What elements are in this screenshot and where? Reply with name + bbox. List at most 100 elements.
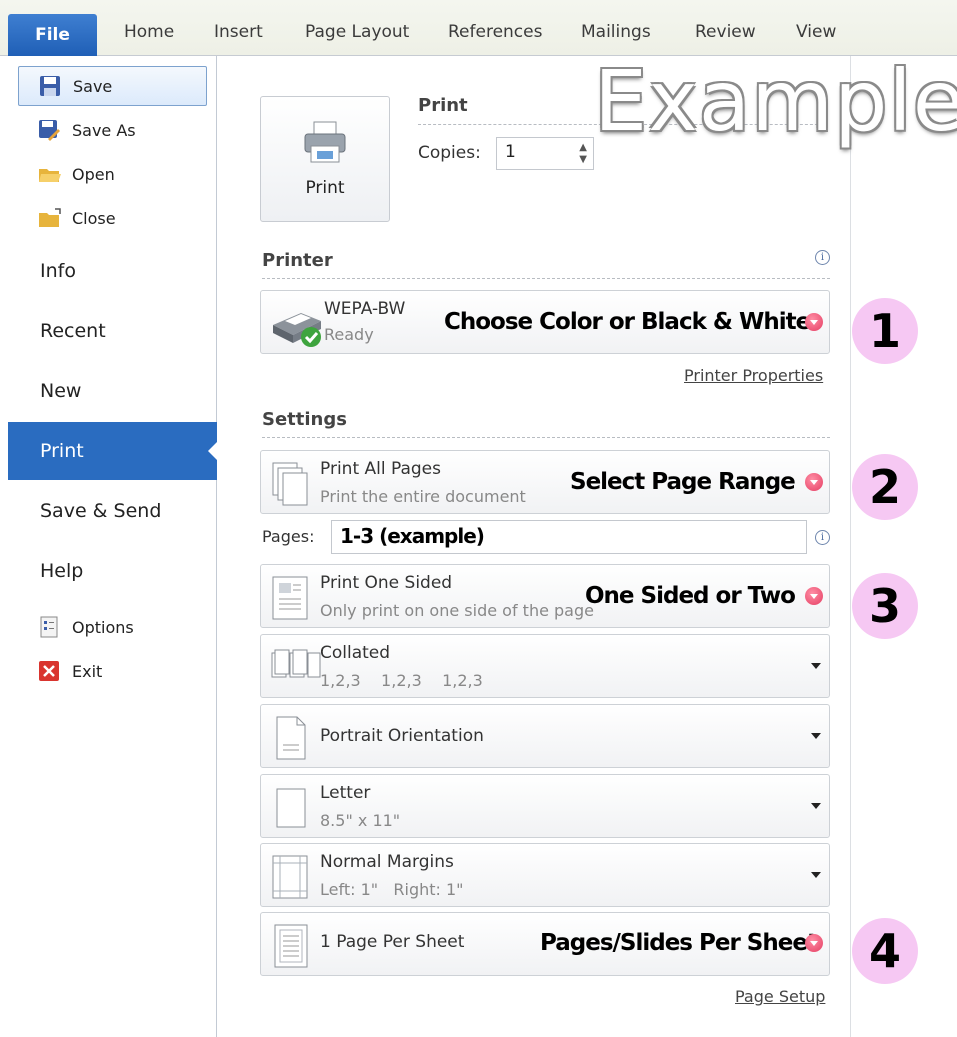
chevron-down-icon[interactable] xyxy=(811,872,821,878)
pages-per-sheet-dropdown[interactable]: 1 Page Per Sheet Pages/Slides Per Sheet xyxy=(260,912,830,976)
open-folder-icon xyxy=(38,163,62,185)
margins-title: Normal Margins xyxy=(320,852,454,872)
printer-name: WEPA-BW xyxy=(324,299,406,319)
paper-size-title: Letter xyxy=(320,783,371,803)
tab-insert[interactable]: Insert xyxy=(214,22,263,42)
tab-home[interactable]: Home xyxy=(124,22,174,42)
printer-icon xyxy=(304,121,346,163)
backstage-nav: Save Save As Open Close Info Recent New … xyxy=(8,56,218,1037)
nav-new-label: New xyxy=(40,380,82,402)
nav-print[interactable]: Print xyxy=(8,422,218,480)
copies-label: Copies: xyxy=(418,143,481,163)
info-icon[interactable]: i xyxy=(815,530,830,545)
pages-stack-icon xyxy=(271,461,311,506)
nav-save-as[interactable]: Save As xyxy=(18,110,207,150)
nav-save-as-label: Save As xyxy=(72,120,136,140)
pages-label: Pages: xyxy=(262,527,315,546)
nav-recent-label: Recent xyxy=(40,320,106,342)
callout-badge-1: 1 xyxy=(852,298,918,364)
nav-new[interactable]: New xyxy=(8,362,217,420)
copies-value: 1 xyxy=(505,142,516,162)
chevron-down-icon[interactable] xyxy=(811,803,821,809)
pages-per-sheet-title: 1 Page Per Sheet xyxy=(320,932,465,952)
margins-dropdown[interactable]: Normal Margins Left: 1" Right: 1" xyxy=(260,843,830,907)
callout-badge-2: 2 xyxy=(852,454,918,520)
portrait-page-icon xyxy=(271,715,311,760)
save-icon xyxy=(39,75,63,97)
nav-options[interactable]: Options xyxy=(18,607,207,647)
callout-4-text: Pages/Slides Per Sheet xyxy=(540,930,818,956)
dropdown-arrow-icon[interactable] xyxy=(805,934,823,952)
tab-file[interactable]: File xyxy=(8,14,97,56)
nav-close-label: Close xyxy=(72,208,116,228)
callout-2-text: Select Page Range xyxy=(570,469,796,495)
nav-save-label: Save xyxy=(73,76,113,96)
paper-size-subtitle: 8.5" x 11" xyxy=(320,811,401,830)
nav-close[interactable]: Close xyxy=(18,198,207,238)
tab-view[interactable]: View xyxy=(796,22,836,42)
spinner-arrows-icon[interactable]: ▲ ▼ xyxy=(579,142,587,166)
collation-dropdown[interactable]: Collated 1,2,3 1,2,3 1,2,3 xyxy=(260,634,830,698)
callout-badge-3: 3 xyxy=(852,573,918,639)
chevron-down-icon[interactable] xyxy=(811,663,821,669)
sides-dropdown[interactable]: Print One Sided Only print on one side o… xyxy=(260,564,830,628)
save-as-icon xyxy=(38,119,62,141)
exit-icon xyxy=(38,660,62,682)
sides-title: Print One Sided xyxy=(320,573,453,593)
info-icon[interactable]: i xyxy=(815,250,830,265)
nav-save-send-label: Save & Send xyxy=(40,500,162,522)
nav-help[interactable]: Help xyxy=(8,542,217,600)
collated-pages-icon xyxy=(271,645,321,689)
print-button[interactable]: Print xyxy=(260,96,390,222)
tab-page-layout[interactable]: Page Layout xyxy=(305,22,409,42)
printer-properties-link[interactable]: Printer Properties xyxy=(684,366,823,385)
dropdown-arrow-icon[interactable] xyxy=(805,473,823,491)
nav-save[interactable]: Save xyxy=(18,66,207,106)
printer-ready-icon xyxy=(271,301,321,347)
nav-print-label: Print xyxy=(40,440,84,462)
tab-review[interactable]: Review xyxy=(695,22,756,42)
sides-subtitle: Only print on one side of the page xyxy=(320,601,594,620)
dropdown-arrow-icon[interactable] xyxy=(805,313,823,331)
nav-help-label: Help xyxy=(40,560,84,582)
printer-dropdown[interactable]: WEPA-BW Ready Choose Color or Black & Wh… xyxy=(260,290,830,354)
nav-recent[interactable]: Recent xyxy=(8,302,217,360)
callout-badge-4: 4 xyxy=(852,918,918,984)
chevron-down-icon[interactable] xyxy=(811,733,821,739)
print-section-title: Print xyxy=(418,95,468,116)
one-sided-page-icon xyxy=(271,575,311,620)
page-range-dropdown[interactable]: Print All Pages Print the entire documen… xyxy=(260,450,830,514)
printer-section-title: Printer xyxy=(262,250,333,271)
page-range-subtitle: Print the entire document xyxy=(320,487,526,506)
letter-page-icon xyxy=(271,785,311,829)
printer-status: Ready xyxy=(324,325,374,344)
nav-exit[interactable]: Exit xyxy=(18,651,207,691)
single-page-icon xyxy=(271,923,311,968)
orientation-title: Portrait Orientation xyxy=(320,726,484,746)
tab-mailings[interactable]: Mailings xyxy=(581,22,651,42)
copies-spinner[interactable]: 1 ▲ ▼ xyxy=(496,137,594,170)
nav-save-send[interactable]: Save & Send xyxy=(8,482,217,540)
page-range-title: Print All Pages xyxy=(320,459,442,479)
dropdown-arrow-icon[interactable] xyxy=(805,587,823,605)
callout-1-text: Choose Color or Black & White xyxy=(444,309,811,335)
pages-input[interactable]: 1-3 (example) xyxy=(331,520,807,554)
paper-size-dropdown[interactable]: Letter 8.5" x 11" xyxy=(260,774,830,838)
print-button-label: Print xyxy=(305,178,345,198)
tab-references[interactable]: References xyxy=(448,22,542,42)
close-folder-icon xyxy=(38,207,62,229)
selection-notch xyxy=(208,441,218,461)
nav-options-label: Options xyxy=(72,617,134,637)
collation-subtitle: 1,2,3 1,2,3 1,2,3 xyxy=(320,671,483,690)
page-setup-link[interactable]: Page Setup xyxy=(735,987,825,1006)
nav-info[interactable]: Info xyxy=(8,242,217,300)
preview-divider xyxy=(850,56,851,1037)
nav-info-label: Info xyxy=(40,260,76,282)
margins-subtitle: Left: 1" Right: 1" xyxy=(320,880,464,899)
nav-open-label: Open xyxy=(72,164,115,184)
divider xyxy=(262,437,830,438)
orientation-dropdown[interactable]: Portrait Orientation xyxy=(260,704,830,768)
settings-section-title: Settings xyxy=(262,409,347,430)
nav-exit-label: Exit xyxy=(72,661,103,681)
nav-open[interactable]: Open xyxy=(18,154,207,194)
